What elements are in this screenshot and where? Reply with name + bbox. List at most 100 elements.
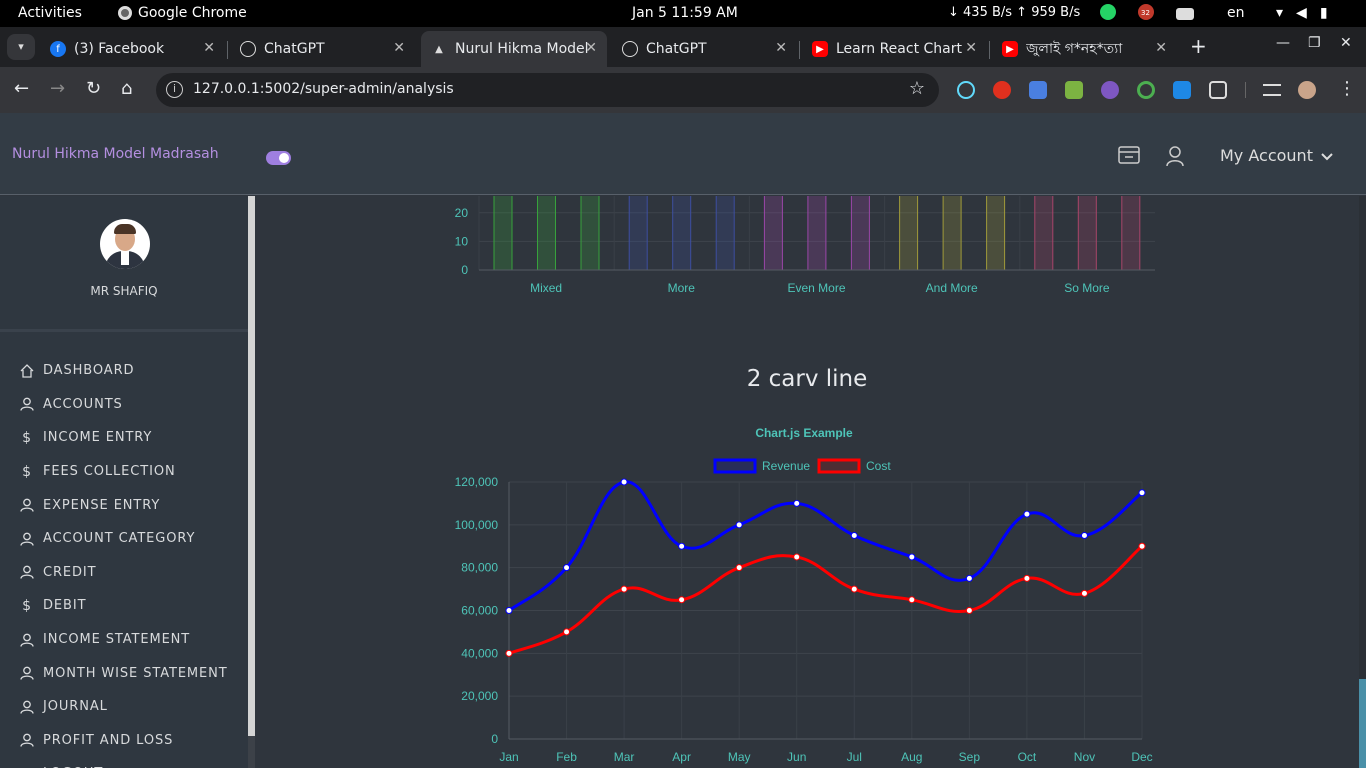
react-devtools-icon[interactable]: [957, 81, 975, 99]
clock[interactable]: Jan 5 11:59 AM: [632, 5, 738, 21]
sidebar-item-fees-collection[interactable]: $ FEES COLLECTION: [0, 455, 248, 489]
theme-toggle[interactable]: [266, 151, 291, 165]
tab-youtube-bangla[interactable]: ▶ জুলাই গ*নহ*ত্যা ✕: [992, 31, 1177, 67]
bar[interactable]: [1034, 196, 1054, 271]
data-point[interactable]: [908, 553, 916, 561]
bar[interactable]: [942, 196, 962, 271]
reload-button[interactable]: ↻: [86, 80, 101, 98]
sidebar-item-account-category[interactable]: ACCOUNT CATEGORY: [0, 522, 248, 556]
data-point[interactable]: [1138, 542, 1146, 550]
avatar[interactable]: [100, 219, 150, 269]
close-icon[interactable]: ✕: [393, 40, 405, 56]
data-point[interactable]: [1080, 589, 1088, 597]
data-point[interactable]: [620, 478, 628, 486]
sidebar-item-logout[interactable]: LOGOUT: [0, 757, 248, 768]
data-point[interactable]: [505, 607, 513, 614]
legend-swatch[interactable]: [817, 458, 861, 474]
browser-menu-icon[interactable]: ⋮: [1338, 80, 1356, 98]
close-window-button[interactable]: ✕: [1340, 35, 1352, 51]
data-point[interactable]: [793, 553, 801, 561]
tab-search-button[interactable]: ▾: [7, 34, 35, 60]
home-button[interactable]: ⌂: [121, 80, 132, 98]
bar[interactable]: [850, 196, 870, 271]
restore-button[interactable]: ❐: [1308, 35, 1321, 51]
extension-flame-icon[interactable]: [1101, 81, 1119, 99]
forward-button[interactable]: →: [50, 80, 65, 98]
data-point[interactable]: [620, 585, 628, 593]
bar[interactable]: [763, 196, 783, 271]
media-control-icon[interactable]: [1263, 84, 1281, 96]
data-point[interactable]: [563, 628, 571, 636]
system-status[interactable]: ▾ ◀ ▮: [1276, 5, 1328, 21]
sidebar-item-accounts[interactable]: ACCOUNTS: [0, 388, 248, 422]
bar[interactable]: [493, 196, 513, 271]
bar[interactable]: [1077, 196, 1097, 271]
data-point[interactable]: [850, 532, 858, 540]
data-point[interactable]: [965, 574, 973, 582]
bar[interactable]: [715, 196, 735, 271]
close-icon[interactable]: ✕: [775, 40, 787, 56]
close-icon[interactable]: ✕: [585, 40, 597, 56]
sidebar-item-debit[interactable]: $ DEBIT: [0, 589, 248, 623]
app-menu[interactable]: Google Chrome: [118, 5, 247, 21]
my-account-dropdown[interactable]: My Account: [1220, 146, 1333, 165]
back-button[interactable]: ←: [14, 80, 29, 98]
bookmark-star-icon[interactable]: ☆: [909, 78, 925, 99]
docker-icon[interactable]: [1176, 7, 1194, 20]
language-indicator[interactable]: en: [1227, 5, 1245, 21]
window-icon[interactable]: [1118, 145, 1140, 169]
sidebar-item-month-wise-statement[interactable]: MONTH WISE STATEMENT: [0, 656, 248, 690]
brand-title[interactable]: Nurul Hikma Model Madrasah: [12, 146, 219, 162]
profile-avatar-icon[interactable]: [1298, 81, 1316, 99]
tab-learn-react-chart[interactable]: ▶ Learn React Chart ✕: [802, 31, 987, 67]
url-text[interactable]: 127.0.0.1:5002/super-admin/analysis: [193, 81, 454, 97]
extension-fi-icon[interactable]: [1173, 81, 1191, 99]
data-point[interactable]: [908, 596, 916, 604]
whatsapp-icon[interactable]: [1100, 4, 1116, 20]
sidebar-item-expense-entry[interactable]: EXPENSE ENTRY: [0, 488, 248, 522]
extensions-puzzle-icon[interactable]: [1209, 81, 1227, 99]
minimize-button[interactable]: —: [1276, 35, 1290, 51]
download-icon[interactable]: [1065, 81, 1083, 99]
legend-label[interactable]: Revenue: [762, 459, 810, 473]
activities-button[interactable]: Activities: [18, 5, 82, 21]
bar[interactable]: [899, 196, 919, 271]
legend-label[interactable]: Cost: [866, 459, 891, 473]
tab-nurul-hikma[interactable]: ▲ Nurul Hikma Model ✕: [421, 31, 607, 67]
user-icon[interactable]: [1165, 145, 1185, 171]
sidebar-scrollbar[interactable]: [248, 196, 255, 768]
page-scrollbar[interactable]: [1359, 196, 1366, 768]
sidebar-item-dashboard[interactable]: DASHBOARD: [0, 354, 248, 388]
extension-ring-icon[interactable]: [1137, 81, 1155, 99]
bar[interactable]: [1121, 196, 1141, 271]
data-point[interactable]: [965, 607, 973, 614]
data-point[interactable]: [1138, 489, 1146, 497]
bar[interactable]: [672, 196, 692, 271]
data-point[interactable]: [1023, 510, 1031, 518]
close-icon[interactable]: ✕: [1155, 40, 1167, 56]
adblock-icon[interactable]: [993, 81, 1011, 99]
tab-facebook[interactable]: f (3) Facebook ✕: [40, 31, 225, 67]
data-point[interactable]: [850, 585, 858, 593]
data-point[interactable]: [735, 521, 743, 529]
address-bar[interactable]: i 127.0.0.1:5002/super-admin/analysis ☆: [156, 73, 939, 107]
data-point[interactable]: [1023, 574, 1031, 582]
sidebar-item-credit[interactable]: CREDIT: [0, 556, 248, 590]
bar[interactable]: [580, 196, 600, 271]
bar[interactable]: [807, 196, 827, 271]
tab-chatgpt-2[interactable]: ChatGPT ✕: [612, 31, 797, 67]
data-point[interactable]: [563, 564, 571, 572]
data-point[interactable]: [793, 499, 801, 507]
new-tab-button[interactable]: +: [1190, 34, 1207, 58]
close-icon[interactable]: ✕: [203, 40, 215, 56]
legend-swatch[interactable]: [713, 458, 757, 474]
data-point[interactable]: [678, 596, 686, 604]
notification-icon[interactable]: 32: [1138, 4, 1154, 20]
data-point[interactable]: [1080, 532, 1088, 540]
sidebar-item-income-entry[interactable]: $ INCOME ENTRY: [0, 421, 248, 455]
data-point[interactable]: [735, 564, 743, 572]
sidebar-item-income-statement[interactable]: INCOME STATEMENT: [0, 623, 248, 657]
bar[interactable]: [628, 196, 648, 271]
site-info-icon[interactable]: i: [166, 81, 183, 98]
tab-chatgpt-1[interactable]: ChatGPT ✕: [230, 31, 415, 67]
